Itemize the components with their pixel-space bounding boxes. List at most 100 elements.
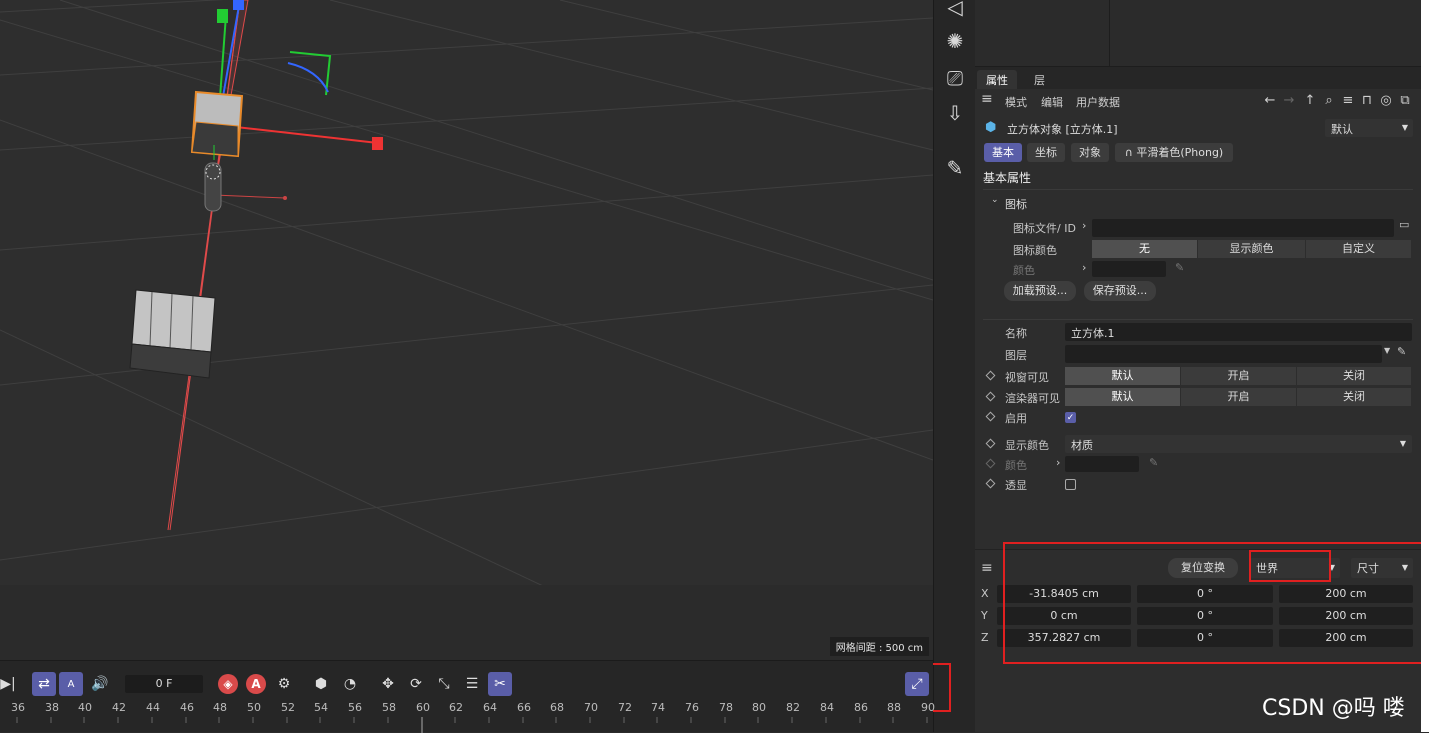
- icon-file-field[interactable]: [1092, 219, 1394, 237]
- up-arrow-icon[interactable]: ↑: [1302, 93, 1318, 109]
- viewport-visible-default[interactable]: 默认: [1065, 367, 1181, 385]
- subtab-coordinates[interactable]: 坐标: [1027, 143, 1065, 162]
- render-visible-label: 渲染器可见: [1005, 392, 1060, 405]
- triangle-tool-icon[interactable]: ◁: [940, 0, 970, 22]
- viewport-bottom-bar: [0, 585, 933, 660]
- load-preset-button[interactable]: 加载预设...: [1004, 281, 1076, 301]
- keyframe-diamond-icon[interactable]: [985, 391, 996, 402]
- keyframe-diamond-icon[interactable]: [985, 370, 996, 381]
- tick-label: 86: [854, 701, 868, 714]
- key-icon[interactable]: ⬢: [309, 672, 333, 696]
- pla-key-icon[interactable]: ✂: [488, 672, 512, 696]
- current-frame-field[interactable]: 0 F: [125, 675, 203, 693]
- xray-checkbox[interactable]: [1065, 479, 1076, 490]
- viewport-visible-label: 视窗可见: [1005, 371, 1049, 384]
- subtab-object[interactable]: 对象: [1071, 143, 1109, 162]
- chevron-down-icon[interactable]: ⌄: [991, 195, 999, 205]
- color2-swatch[interactable]: [1065, 456, 1139, 472]
- rotate-key-icon[interactable]: ⟳: [404, 672, 428, 696]
- render-visible-default[interactable]: 默认: [1065, 388, 1181, 406]
- dial-icon[interactable]: ◔: [338, 672, 362, 696]
- menu-mode[interactable]: 模式: [1005, 94, 1027, 110]
- auto-record-icon[interactable]: A: [246, 674, 266, 694]
- eyedropper-icon[interactable]: ✎: [1397, 345, 1406, 358]
- icon-color-display[interactable]: 显示颜色: [1198, 240, 1306, 258]
- keyframe-diamond-icon[interactable]: [985, 438, 996, 449]
- preset-dropdown[interactable]: 默认 ▼: [1325, 119, 1413, 137]
- 3d-viewport[interactable]: 网格间距 : 500 cm: [0, 0, 933, 660]
- hamburger-menu-icon[interactable]: ≡: [981, 560, 993, 576]
- axis-x-label: X: [981, 587, 989, 600]
- viewport-scene: [0, 0, 933, 660]
- preset-dropdown-value: 默认: [1331, 123, 1353, 136]
- camera-icon[interactable]: ⎚: [940, 63, 970, 93]
- new-window-icon[interactable]: ⧉: [1397, 93, 1413, 109]
- autokey-icon[interactable]: A: [59, 672, 83, 696]
- keyframe-diamond-icon[interactable]: [985, 411, 996, 422]
- target-icon[interactable]: ◎: [1378, 93, 1394, 109]
- tick-label: 84: [820, 701, 834, 714]
- layer-field[interactable]: [1065, 345, 1382, 363]
- chevron-right-icon[interactable]: ›: [1082, 261, 1086, 274]
- subtab-basic[interactable]: 基本: [984, 143, 1022, 162]
- hamburger-menu-icon[interactable]: ≡: [981, 91, 993, 107]
- icon-color-none[interactable]: 无: [1092, 240, 1198, 258]
- sketch-icon[interactable]: ✎: [940, 153, 970, 183]
- scale-key-icon[interactable]: ⤡: [432, 672, 456, 696]
- viewport-visible-off[interactable]: 关闭: [1297, 367, 1412, 385]
- loop-icon[interactable]: ⇄: [32, 672, 56, 696]
- enable-checkbox[interactable]: ✓: [1065, 412, 1076, 423]
- chevron-right-icon[interactable]: ›: [1056, 456, 1060, 469]
- chevron-down-icon[interactable]: ▼: [1384, 346, 1390, 355]
- floor-icon[interactable]: ⇩: [940, 98, 970, 128]
- axis-y-label: Y: [981, 609, 988, 622]
- tab-layers[interactable]: 层: [1025, 70, 1054, 89]
- keyframe-diamond-icon[interactable]: [985, 478, 996, 489]
- menu-user-data[interactable]: 用户数据: [1076, 94, 1120, 110]
- display-color-value: 材质: [1071, 439, 1093, 452]
- object-manager-column: [1109, 0, 1110, 67]
- eyedropper-icon[interactable]: ✎: [1149, 456, 1158, 469]
- tick-label: 68: [550, 701, 564, 714]
- tick-label: 44: [146, 701, 160, 714]
- render-visible-on[interactable]: 开启: [1181, 388, 1297, 406]
- save-preset-button[interactable]: 保存预设...: [1084, 281, 1156, 301]
- divider: [983, 189, 1413, 190]
- keyframe-diamond-icon[interactable]: [985, 458, 996, 469]
- tick-label: 70: [584, 701, 598, 714]
- menu-edit[interactable]: 编辑: [1041, 94, 1063, 110]
- render-visible-off[interactable]: 关闭: [1297, 388, 1412, 406]
- tick-label: 90: [921, 701, 935, 714]
- tick-label: 72: [618, 701, 632, 714]
- subtab-phong[interactable]: ∩ 平滑着色(Phong): [1115, 143, 1233, 162]
- name-field[interactable]: 立方体.1: [1065, 323, 1412, 341]
- move-key-icon[interactable]: ✥: [376, 672, 400, 696]
- sound-icon[interactable]: 🔊: [88, 672, 112, 696]
- play-end-icon[interactable]: ▶|: [0, 672, 20, 696]
- filter-icon[interactable]: ≡: [1340, 93, 1356, 109]
- tick-label: 42: [112, 701, 126, 714]
- settings-icon[interactable]: ⚙: [272, 672, 296, 696]
- tick-label: 88: [887, 701, 901, 714]
- back-arrow-icon[interactable]: ←: [1262, 93, 1278, 109]
- lock-icon[interactable]: ⊓: [1359, 93, 1375, 109]
- search-icon[interactable]: ⌕: [1321, 93, 1337, 109]
- color-swatch[interactable]: [1092, 261, 1166, 277]
- eyedropper-icon[interactable]: ✎: [1175, 261, 1184, 274]
- record-icon[interactable]: ◈: [218, 674, 238, 694]
- folder-icon[interactable]: ▭: [1399, 218, 1409, 231]
- tick-label: 56: [348, 701, 362, 714]
- tab-attributes[interactable]: 属性: [977, 70, 1017, 89]
- enable-label: 启用: [1005, 412, 1027, 425]
- fcurve-icon[interactable]: ⤢: [905, 672, 929, 696]
- color2-label: 颜色: [1005, 459, 1027, 472]
- timeline-ruler[interactable]: [0, 717, 933, 733]
- display-color-dropdown[interactable]: 材质 ▼: [1065, 435, 1412, 453]
- background-window-edge: [1421, 0, 1429, 732]
- viewport-visible-on[interactable]: 开启: [1181, 367, 1297, 385]
- icon-color-custom[interactable]: 自定义: [1306, 240, 1412, 258]
- forward-arrow-icon[interactable]: →: [1281, 93, 1297, 109]
- light-icon[interactable]: ✺: [940, 26, 970, 56]
- param-key-icon[interactable]: ☰: [460, 672, 484, 696]
- chevron-right-icon[interactable]: ›: [1082, 219, 1086, 232]
